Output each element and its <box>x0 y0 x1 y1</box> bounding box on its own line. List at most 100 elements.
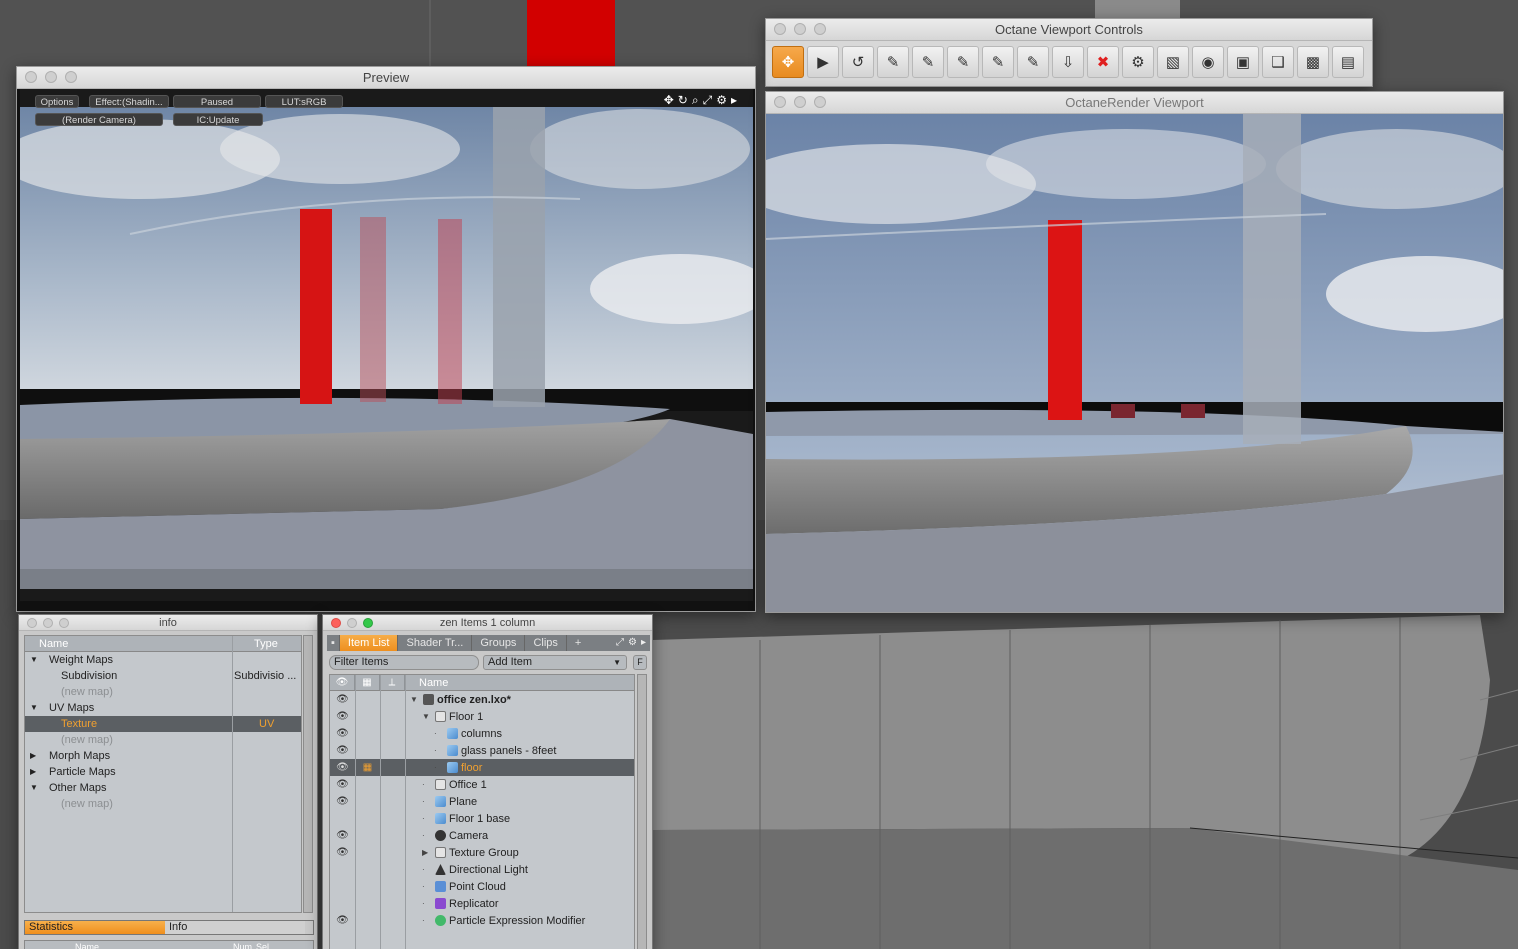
eye-icon[interactable]: 👁 <box>330 847 355 858</box>
vertex-map-row[interactable]: ▶ Particle Maps <box>25 764 301 780</box>
close-icon[interactable] <box>331 618 341 628</box>
rotate-icon[interactable]: ↻ <box>678 93 688 108</box>
filter-f-button[interactable]: F <box>633 655 647 670</box>
zen-items-titlebar[interactable]: zen Items 1 column <box>323 615 652 631</box>
vertex-map-scrollbar[interactable] <box>303 635 313 913</box>
white-point-picker-button[interactable]: ✎ <box>982 46 1014 78</box>
item-row[interactable]: 👁 ▶ Texture Group <box>330 844 634 861</box>
tab-menu-icon[interactable]: ▪ <box>327 635 340 651</box>
reset-button[interactable]: ↺ <box>842 46 874 78</box>
eye-icon[interactable]: 👁 <box>330 779 355 790</box>
item-row[interactable]: · Floor 1 base <box>330 810 634 827</box>
lock-column-icon[interactable]: ▦ <box>355 675 380 690</box>
preview-pause-button[interactable]: Paused <box>173 95 261 108</box>
preview-render-image[interactable] <box>20 89 753 609</box>
column-header-name[interactable]: Name <box>25 636 232 651</box>
move-button[interactable]: ✥ <box>772 46 804 78</box>
filter-items-input[interactable]: Filter Items <box>329 655 479 670</box>
minimize-icon[interactable] <box>794 23 806 35</box>
vertex-map-row[interactable]: Texture UV <box>25 716 301 732</box>
eye-icon[interactable]: 👁 <box>330 745 355 756</box>
tab-statistics[interactable]: Statistics <box>25 921 165 934</box>
tab-shader-tree[interactable]: Shader Tr... <box>398 635 473 651</box>
chevron-right-icon[interactable]: ▸ <box>641 635 646 651</box>
item-list-scrollbar[interactable] <box>637 674 647 949</box>
axis-column-icon[interactable]: ⟂ <box>380 675 405 690</box>
minimize-icon[interactable] <box>347 618 357 628</box>
tab-groups[interactable]: Groups <box>472 635 526 651</box>
close-icon[interactable] <box>27 618 37 628</box>
eye-icon[interactable]: 👁 <box>330 694 355 705</box>
zoom-icon[interactable] <box>363 618 373 628</box>
eye-icon[interactable]: 👁 <box>330 830 355 841</box>
material-picker-button[interactable]: ✎ <box>912 46 944 78</box>
item-row[interactable]: · Point Cloud <box>330 878 634 895</box>
minimize-icon[interactable] <box>45 71 57 83</box>
vertex-map-row[interactable]: (new map) <box>25 796 301 812</box>
item-row[interactable]: · Directional Light <box>330 861 634 878</box>
item-row[interactable]: 👁 · Plane <box>330 793 634 810</box>
add-tab-button[interactable]: + <box>567 635 589 651</box>
chevron-down-icon[interactable]: ▼ <box>422 712 432 721</box>
expand-icon[interactable]: ⤢ <box>616 635 624 651</box>
lock-icon[interactable]: ▦ <box>355 762 380 773</box>
minimize-icon[interactable] <box>794 96 806 108</box>
zoom-icon[interactable] <box>814 96 826 108</box>
color-picker-button[interactable]: ✎ <box>947 46 979 78</box>
zoom-icon[interactable] <box>814 23 826 35</box>
palette-button[interactable]: ▩ <box>1297 46 1329 78</box>
autofocus-picker-button[interactable]: ✎ <box>877 46 909 78</box>
chevron-right-icon[interactable]: ▶ <box>30 764 36 780</box>
add-item-dropdown[interactable]: Add Item ▼ <box>483 655 627 670</box>
chevron-down-icon[interactable]: ▼ <box>410 695 420 704</box>
item-row[interactable]: 👁 · Particle Expression Modifier <box>330 912 634 929</box>
tab-clips[interactable]: Clips <box>525 635 567 651</box>
close-icon[interactable] <box>774 96 786 108</box>
item-row[interactable]: 👁 · Camera <box>330 827 634 844</box>
chevron-right-icon[interactable]: ▶ <box>422 848 432 857</box>
vertex-map-row[interactable]: ▼ Other Maps <box>25 780 301 796</box>
item-row[interactable]: 👁 ▼ office zen.lxo* <box>330 691 634 708</box>
chevron-down-icon[interactable]: ▼ <box>30 700 38 716</box>
export-button[interactable]: ⇩ <box>1052 46 1084 78</box>
info-titlebar[interactable]: info <box>19 615 317 631</box>
vertex-map-row[interactable]: ▶ Morph Maps <box>25 748 301 764</box>
preview-effect-dropdown[interactable]: Effect:(Shadin... <box>89 95 169 108</box>
save-image-button[interactable]: ▣ <box>1227 46 1259 78</box>
camera-button[interactable]: ◉ <box>1192 46 1224 78</box>
vertex-map-row[interactable]: (new map) <box>25 684 301 700</box>
close-icon[interactable] <box>774 23 786 35</box>
preview-options-button[interactable]: Options <box>35 95 79 108</box>
octane-viewport-titlebar[interactable]: OctaneRender Viewport <box>766 92 1503 114</box>
document-button[interactable]: ▤ <box>1332 46 1364 78</box>
item-row[interactable]: 👁 · columns <box>330 725 634 742</box>
fullscreen-icon[interactable]: ⤢ <box>703 93 713 108</box>
preview-ic-button[interactable]: IC:Update <box>173 113 263 126</box>
item-row[interactable]: 👁 · glass panels - 8feet <box>330 742 634 759</box>
eye-icon[interactable]: 👁 <box>330 711 355 722</box>
eye-icon[interactable]: 👁 <box>330 915 355 926</box>
eye-icon[interactable]: 👁 <box>330 796 355 807</box>
item-row[interactable]: · Replicator <box>330 895 634 912</box>
eye-icon[interactable]: 👁 <box>330 728 355 739</box>
minimize-icon[interactable] <box>43 618 53 628</box>
focus-picker-button[interactable]: ✎ <box>1017 46 1049 78</box>
layers-button[interactable]: ❑ <box>1262 46 1294 78</box>
close-icon[interactable] <box>25 71 37 83</box>
preview-titlebar[interactable]: Preview <box>17 67 755 89</box>
gear-icon[interactable]: ⚙ <box>716 93 727 108</box>
chevron-down-icon[interactable]: ▼ <box>30 780 38 796</box>
vertex-map-row[interactable]: Subdivision Subdivisio ... <box>25 668 301 684</box>
item-row[interactable]: 👁 · Office 1 <box>330 776 634 793</box>
octane-render-image[interactable] <box>766 114 1504 613</box>
gear-icon[interactable]: ⚙ <box>628 635 637 651</box>
octane-controls-titlebar[interactable]: Octane Viewport Controls <box>766 19 1372 41</box>
item-row[interactable]: 👁 ▼ Floor 1 <box>330 708 634 725</box>
region-button[interactable]: ▧ <box>1157 46 1189 78</box>
column-header-name[interactable]: Name <box>405 675 448 690</box>
search-icon[interactable]: ⌕ <box>692 93 699 108</box>
item-row[interactable]: 👁 ▦ · floor <box>330 759 634 776</box>
pan-icon[interactable]: ✥ <box>664 93 674 108</box>
stop-button[interactable]: ✖ <box>1087 46 1119 78</box>
zoom-icon[interactable] <box>59 618 69 628</box>
